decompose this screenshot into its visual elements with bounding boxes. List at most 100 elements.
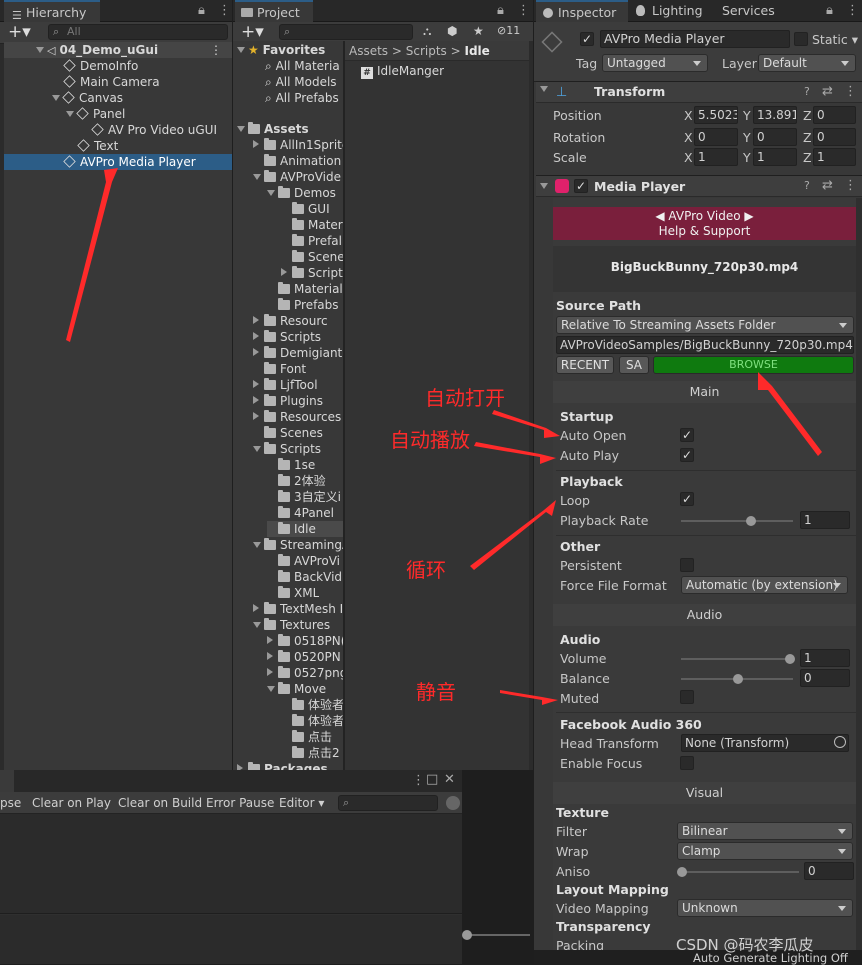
tag-dropdown[interactable]: Untagged bbox=[602, 54, 708, 72]
maximize-icon[interactable]: □ bbox=[426, 772, 438, 787]
editor-dropdown[interactable]: Editor ▾ bbox=[279, 792, 324, 814]
hierarchy-item-avpro-video-ugui[interactable]: AV Pro Video uGUI bbox=[4, 122, 217, 138]
project-tree-item[interactable]: TextMesh I bbox=[253, 601, 343, 617]
star-icon[interactable]: ★ bbox=[473, 24, 484, 38]
balance-field[interactable]: 0 bbox=[800, 669, 850, 687]
hierarchy-item-canvas[interactable]: Canvas bbox=[4, 90, 123, 106]
project-tree-item[interactable]: Script bbox=[281, 265, 343, 281]
project-tree-item[interactable]: StreamingA bbox=[253, 537, 343, 553]
favorite-item[interactable]: ⌕ All Models bbox=[265, 74, 337, 90]
preset-icon[interactable]: ⇄ bbox=[822, 84, 833, 99]
project-tree-item[interactable]: 0527png bbox=[267, 665, 343, 681]
project-tree-item[interactable]: BackVid bbox=[267, 569, 342, 585]
playback-rate-field[interactable]: 1 bbox=[800, 511, 850, 529]
filter-dropdown[interactable]: Bilinear bbox=[677, 822, 853, 840]
hidden-packages-icon[interactable]: ⊘11 bbox=[497, 24, 520, 37]
project-tree-item[interactable]: 0520PN bbox=[267, 649, 341, 665]
lock-icon[interactable]: 🔒︎ bbox=[497, 3, 504, 18]
lock-icon[interactable]: 🔒︎ bbox=[198, 3, 205, 18]
hierarchy-item-main-camera[interactable]: Main Camera bbox=[4, 74, 160, 90]
head-transform-field[interactable]: None (Transform) bbox=[681, 734, 849, 752]
close-icon[interactable]: ✕ bbox=[444, 772, 455, 787]
more-icon[interactable]: ⋮ bbox=[846, 3, 859, 18]
media-player-enabled-checkbox[interactable]: ✓ bbox=[574, 179, 588, 193]
info-icon[interactable] bbox=[446, 796, 460, 810]
hierarchy-item-panel[interactable]: Panel bbox=[4, 106, 125, 122]
expand-icon[interactable] bbox=[253, 396, 259, 404]
scene-row[interactable]: ◁ 04_Demo_uGui ⋮ bbox=[4, 42, 232, 58]
project-tree-item[interactable]: AVProVi bbox=[267, 553, 340, 569]
project-tree-item[interactable]: XML bbox=[267, 585, 319, 601]
expand-icon[interactable] bbox=[253, 332, 259, 340]
collapse-icon[interactable] bbox=[540, 86, 548, 92]
object-picker-icon[interactable] bbox=[834, 736, 846, 748]
zoom-slider[interactable] bbox=[462, 930, 530, 940]
project-tree-item[interactable]: GUI bbox=[281, 201, 330, 217]
muted-checkbox[interactable] bbox=[680, 690, 694, 704]
project-tree-item[interactable]: Plugins bbox=[253, 393, 323, 409]
collapse-button[interactable]: pse bbox=[0, 792, 21, 814]
auto-open-checkbox[interactable]: ✓ bbox=[680, 428, 694, 442]
volume-slider[interactable] bbox=[681, 654, 795, 664]
project-tree-item[interactable]: Resourc bbox=[253, 313, 328, 329]
clear-on-build-button[interactable]: Clear on Build bbox=[118, 792, 202, 814]
hierarchy-item-demoinfo[interactable]: DemoInfo bbox=[4, 58, 138, 74]
tab-hierarchy[interactable]: ☰ Hierarchy bbox=[4, 0, 100, 22]
expand-icon[interactable] bbox=[267, 668, 273, 676]
expand-icon[interactable] bbox=[237, 126, 245, 132]
error-pause-button[interactable]: Error Pause bbox=[206, 792, 274, 814]
add-icon[interactable]: +▾ bbox=[8, 22, 31, 42]
project-tree-item[interactable]: AllIn1Sprite bbox=[253, 137, 343, 153]
slider-knob[interactable] bbox=[746, 516, 756, 526]
position-y-field[interactable]: 13.891 bbox=[753, 106, 797, 124]
help-icon[interactable]: ? bbox=[804, 85, 810, 98]
rotation-y-field[interactable]: 0 bbox=[753, 128, 797, 146]
expand-icon[interactable] bbox=[253, 622, 261, 628]
project-tree-item[interactable]: 1se bbox=[267, 457, 315, 473]
slider-knob[interactable] bbox=[677, 867, 687, 877]
layer-dropdown[interactable]: Default bbox=[758, 54, 856, 72]
project-tree-item[interactable]: Demigiant bbox=[253, 345, 342, 361]
static-checkbox[interactable] bbox=[794, 32, 808, 46]
hierarchy-search-input[interactable]: ⌕ All bbox=[48, 24, 228, 40]
transform-header[interactable] bbox=[536, 81, 862, 103]
project-tree-item[interactable]: 4Panel bbox=[267, 505, 334, 521]
expand-icon[interactable] bbox=[253, 316, 259, 324]
project-tree-item[interactable]: Scripts bbox=[253, 441, 321, 457]
project-tree-item[interactable]: Move bbox=[267, 681, 326, 697]
preset-icon[interactable]: ⇄ bbox=[822, 178, 833, 193]
project-tree-item[interactable]: 2体验 bbox=[267, 473, 326, 489]
more-icon[interactable]: ⋮ bbox=[844, 84, 857, 99]
project-tree-item[interactable]: Prefabs bbox=[267, 297, 339, 313]
browse-button[interactable]: BROWSE bbox=[653, 356, 854, 374]
expand-icon[interactable] bbox=[253, 174, 261, 180]
favorite-item[interactable]: ⌕ All Materia bbox=[265, 58, 340, 74]
project-tree-item[interactable]: 点击 bbox=[281, 729, 332, 745]
breadcrumb-scripts[interactable]: Scripts bbox=[406, 44, 447, 58]
scale-z-field[interactable]: 1 bbox=[813, 148, 856, 166]
expand-icon[interactable] bbox=[267, 636, 273, 644]
hierarchy-item-avpro-media-player[interactable]: AVPro Media Player bbox=[4, 154, 232, 170]
expand-icon[interactable] bbox=[253, 348, 259, 356]
project-tree-item[interactable]: Font bbox=[253, 361, 306, 377]
balance-slider[interactable] bbox=[681, 674, 793, 684]
expand-icon[interactable] bbox=[36, 47, 44, 53]
breadcrumb-assets[interactable]: Assets bbox=[349, 44, 388, 58]
more-icon[interactable]: ⋮ bbox=[844, 178, 857, 193]
object-name-field[interactable]: AVPro Media Player bbox=[600, 30, 790, 48]
persistent-checkbox[interactable] bbox=[680, 558, 694, 572]
help-support-banner[interactable]: ◀ AVPro Video ▶ Help & Support bbox=[553, 207, 856, 240]
project-tree-item[interactable]: LjfTool bbox=[253, 377, 318, 393]
slider-knob[interactable] bbox=[733, 674, 743, 684]
auto-play-checkbox[interactable]: ✓ bbox=[680, 448, 694, 462]
video-mapping-dropdown[interactable]: Unknown bbox=[677, 899, 853, 917]
project-search-input[interactable]: ⌕ bbox=[279, 24, 413, 40]
scale-y-field[interactable]: 1 bbox=[753, 148, 797, 166]
project-tree-item[interactable]: Textures bbox=[253, 617, 330, 633]
help-icon[interactable]: ? bbox=[804, 179, 810, 192]
expand-icon[interactable] bbox=[253, 412, 259, 420]
audio-section-header[interactable]: Audio bbox=[553, 604, 856, 626]
project-tree-item[interactable]: 3自定义i bbox=[267, 489, 341, 505]
path-field[interactable]: AVProVideoSamples/BigBuckBunny_720p30.mp… bbox=[556, 336, 854, 354]
project-tree-item[interactable]: Demos bbox=[267, 185, 336, 201]
